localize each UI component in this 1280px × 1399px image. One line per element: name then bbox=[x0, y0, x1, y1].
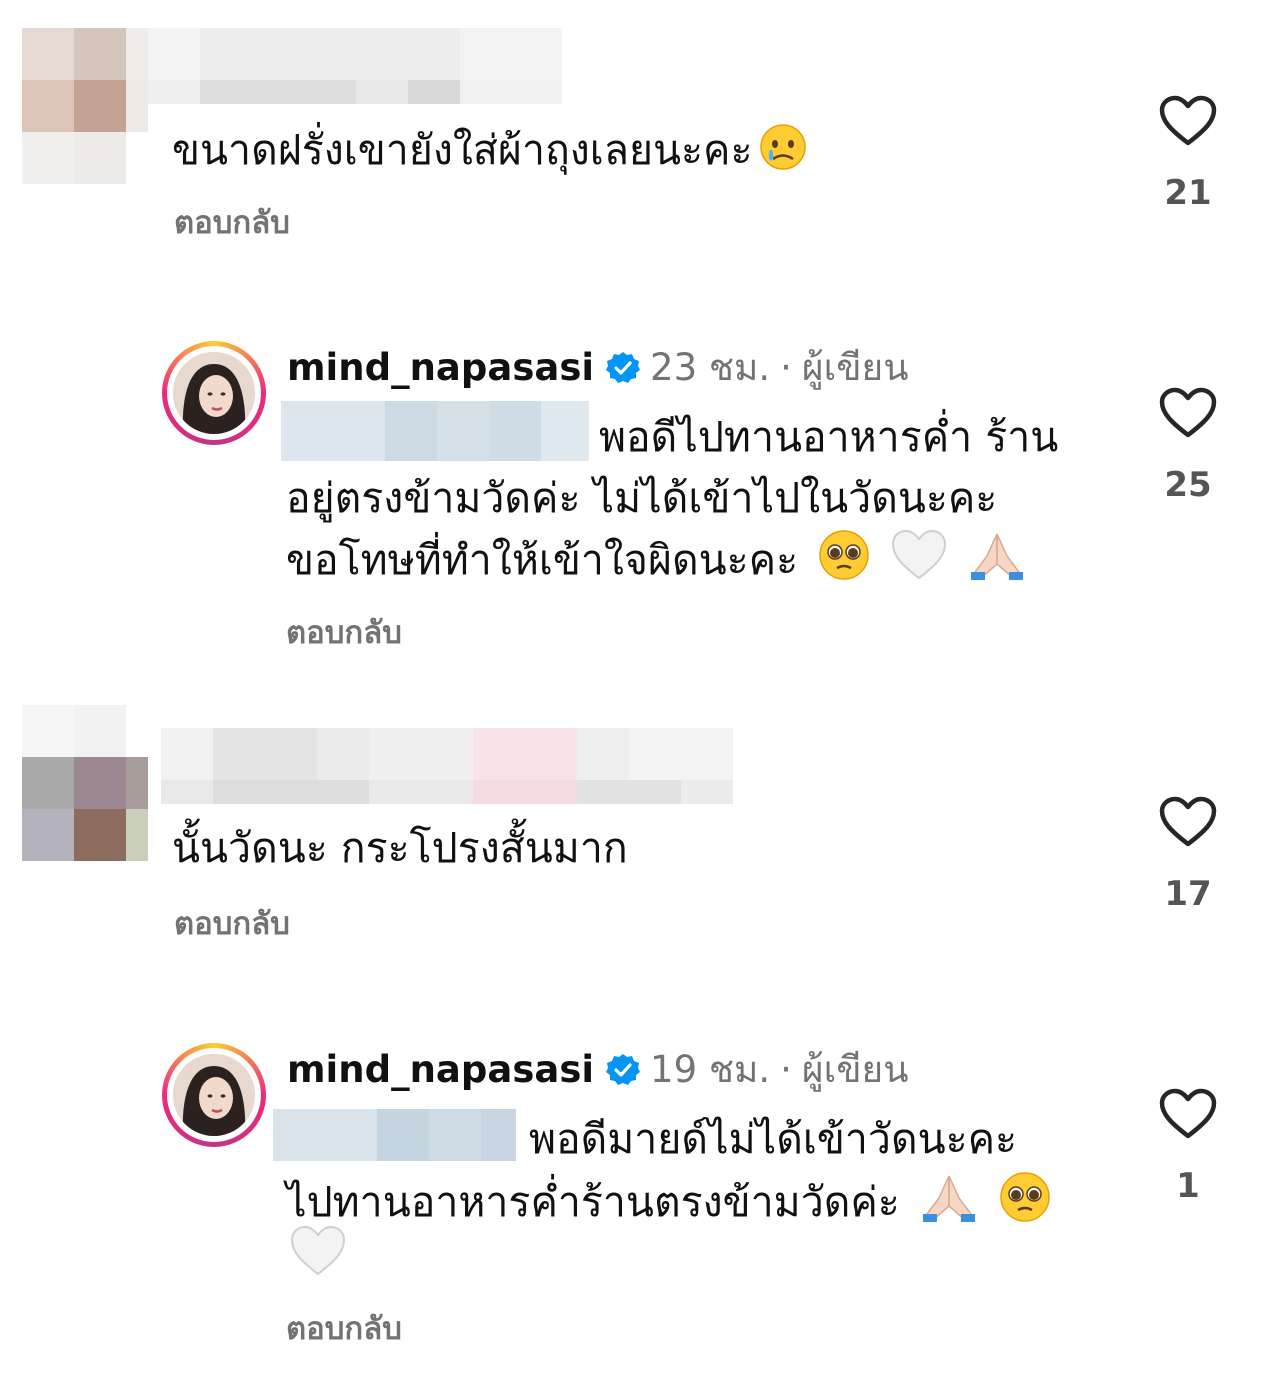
heart-outline-icon[interactable] bbox=[1148, 796, 1228, 848]
comment-text-line-3: ขอโทษที่ทำให้เข้าใจผิดนะคะ bbox=[286, 528, 1027, 597]
username[interactable]: mind_napasasi bbox=[287, 346, 594, 390]
reply-button[interactable]: ตอบกลับ bbox=[174, 904, 290, 944]
story-ring-avatar[interactable] bbox=[162, 1043, 266, 1147]
blurred-username[interactable] bbox=[148, 28, 562, 104]
white-heart-icon bbox=[890, 528, 948, 597]
pleading-face-icon bbox=[817, 528, 871, 597]
like-count: 17 bbox=[1164, 874, 1212, 914]
like-count: 25 bbox=[1164, 465, 1212, 505]
pleading-face-icon bbox=[998, 1170, 1052, 1239]
blurred-username[interactable] bbox=[161, 728, 733, 804]
blurred-avatar[interactable] bbox=[22, 705, 148, 861]
comment-text-line-1: พอดีมายด์ไม่ได้เข้าวัดนะคะ bbox=[529, 1115, 1018, 1163]
heart-outline-icon[interactable] bbox=[1148, 1088, 1228, 1140]
story-ring-avatar[interactable] bbox=[162, 341, 266, 445]
white-heart-icon bbox=[289, 1224, 347, 1282]
like-count: 1 bbox=[1176, 1166, 1200, 1206]
verified-badge-icon bbox=[606, 1053, 641, 1087]
comment-header: mind_napasasi 19 ชม. · ผู้เขียน bbox=[287, 1048, 909, 1092]
avatar bbox=[173, 352, 255, 434]
blurred-mention[interactable] bbox=[281, 401, 589, 461]
comment-1: ขนาดฝรั่งเขายังใส่ผ้าถุงเลยนะคะ ตอบกลับ … bbox=[0, 0, 1280, 280]
like-button[interactable]: 25 bbox=[1148, 387, 1228, 505]
comment-header: mind_napasasi 23 ชม. · ผู้เขียน bbox=[287, 346, 909, 390]
blurred-avatar[interactable] bbox=[22, 28, 148, 184]
timestamp: 23 ชม. bbox=[650, 346, 771, 389]
like-button[interactable]: 1 bbox=[1148, 1088, 1228, 1206]
folded-hands-icon bbox=[967, 528, 1027, 597]
author-label: ผู้เขียน bbox=[801, 346, 909, 389]
comment-text-line-2: ไปทานอาหารค่ำร้านตรงข้ามวัดค่ะ bbox=[286, 1170, 1052, 1239]
like-button[interactable]: 21 bbox=[1148, 95, 1228, 213]
comment-text: ขนาดฝรั่งเขายังใส่ผ้าถุงเลยนะคะ bbox=[172, 121, 808, 187]
like-button[interactable]: 17 bbox=[1148, 796, 1228, 914]
reply-button[interactable]: ตอบกลับ bbox=[174, 203, 290, 243]
heart-outline-icon[interactable] bbox=[1148, 387, 1228, 439]
username[interactable]: mind_napasasi bbox=[287, 1048, 594, 1092]
reply-button[interactable]: ตอบกลับ bbox=[286, 613, 402, 653]
separator: · bbox=[780, 1048, 792, 1091]
comment-text-line-2: อยู่ตรงข้ามวัดค่ะ ไม่ได้เข้าไปในวัดนะคะ bbox=[286, 474, 998, 522]
crying-face-icon bbox=[758, 122, 808, 187]
author-label: ผู้เขียน bbox=[801, 1048, 909, 1091]
blurred-mention[interactable] bbox=[273, 1109, 516, 1161]
avatar bbox=[173, 1054, 255, 1136]
folded-hands-icon bbox=[919, 1170, 979, 1239]
separator: · bbox=[780, 346, 792, 389]
verified-badge-icon bbox=[606, 351, 641, 385]
timestamp: 19 ชม. bbox=[650, 1048, 771, 1091]
reply-button[interactable]: ตอบกลับ bbox=[286, 1309, 402, 1349]
comment-text-line-1: พอดีไปทานอาหารค่ำ ร้าน bbox=[599, 413, 1059, 461]
like-count: 21 bbox=[1164, 173, 1212, 213]
comment-text: นั้นวัดนะ กระโปรงสั้นมาก bbox=[172, 824, 628, 872]
heart-outline-icon[interactable] bbox=[1148, 95, 1228, 147]
